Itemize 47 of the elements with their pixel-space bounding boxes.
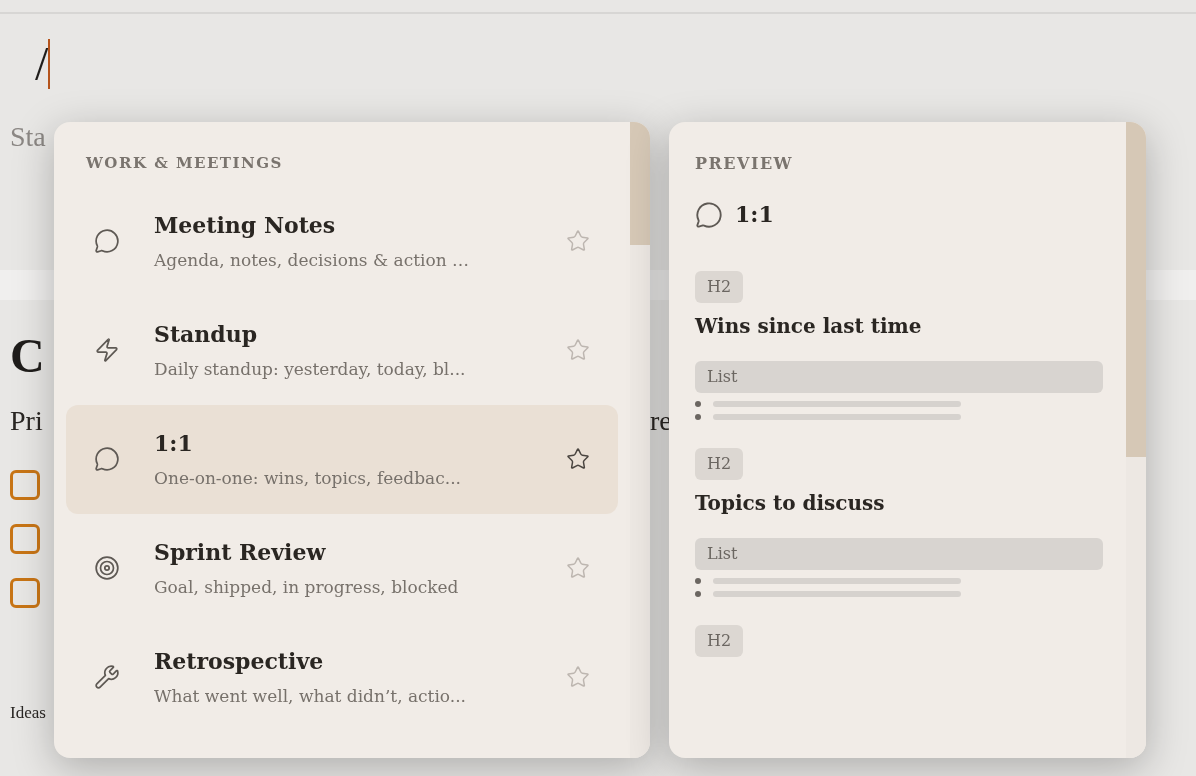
text-cursor (48, 39, 51, 89)
wrench-icon (94, 664, 120, 690)
heading-tag: H2 (695, 625, 744, 657)
speech-bubble-icon (94, 446, 120, 472)
template-item[interactable]: Sprint Review Goal, shipped, in progress, blocked (66, 513, 618, 623)
star-icon[interactable] (566, 556, 590, 580)
template-item[interactable]: Standup Daily standup: yesterday, today, bl... (66, 295, 618, 405)
scrollbar-thumb[interactable] (1126, 122, 1146, 457)
template-description: Goal, shipped, in progress, blocked (154, 575, 460, 599)
template-description: What went well, what didn’t, actio... (154, 684, 468, 708)
template-item[interactable]: Retrospective What went well, what didn’t, actio... (66, 622, 618, 732)
list-block: List (695, 361, 1103, 393)
heading-tag: H2 (695, 271, 744, 303)
section-label: WORK & MEETINGS (85, 153, 284, 174)
checkbox[interactable] (10, 578, 40, 608)
preview-heading: Topics to discuss (695, 490, 885, 517)
command-text: / (35, 40, 49, 88)
scrollbar-thumb[interactable] (630, 122, 650, 245)
template-title: Retrospective (154, 646, 325, 676)
checkbox[interactable] (10, 524, 40, 554)
subtitle-text: Sta (10, 120, 46, 154)
template-title: Meeting Notes (154, 210, 337, 240)
list-block: List (695, 538, 1103, 570)
lightning-icon (94, 337, 120, 363)
paragraph-text: Ideas (10, 704, 46, 721)
template-title: Sprint Review (154, 537, 327, 567)
template-title: 1:1 (154, 428, 194, 458)
preview-heading: Wins since last time (695, 313, 922, 340)
section-heading: C (10, 328, 45, 384)
paragraph-text: Pri (10, 404, 44, 438)
speech-bubble-icon (94, 228, 120, 254)
star-icon[interactable] (566, 338, 590, 362)
template-description: Agenda, notes, decisions & action … (154, 248, 471, 272)
checkbox[interactable] (10, 470, 40, 500)
template-description: Daily standup: yesterday, today, bl... (154, 357, 467, 381)
target-icon (94, 555, 120, 581)
star-icon[interactable] (566, 665, 590, 689)
template-description: One-on-one: wins, topics, feedbac... (154, 466, 462, 490)
star-icon[interactable] (566, 229, 590, 253)
template-item[interactable]: Meeting Notes Agenda, notes, decisions & action … (66, 186, 618, 296)
preview-label: PREVIEW (695, 153, 795, 175)
preview-title: 1:1 (735, 200, 774, 229)
star-icon[interactable] (566, 447, 590, 471)
template-title: Standup (154, 319, 259, 349)
speech-bubble-icon (695, 200, 723, 229)
template-item[interactable]: 1:1 One-on-one: wins, topics, feedbac... (66, 404, 618, 514)
heading-tag: H2 (695, 448, 744, 480)
